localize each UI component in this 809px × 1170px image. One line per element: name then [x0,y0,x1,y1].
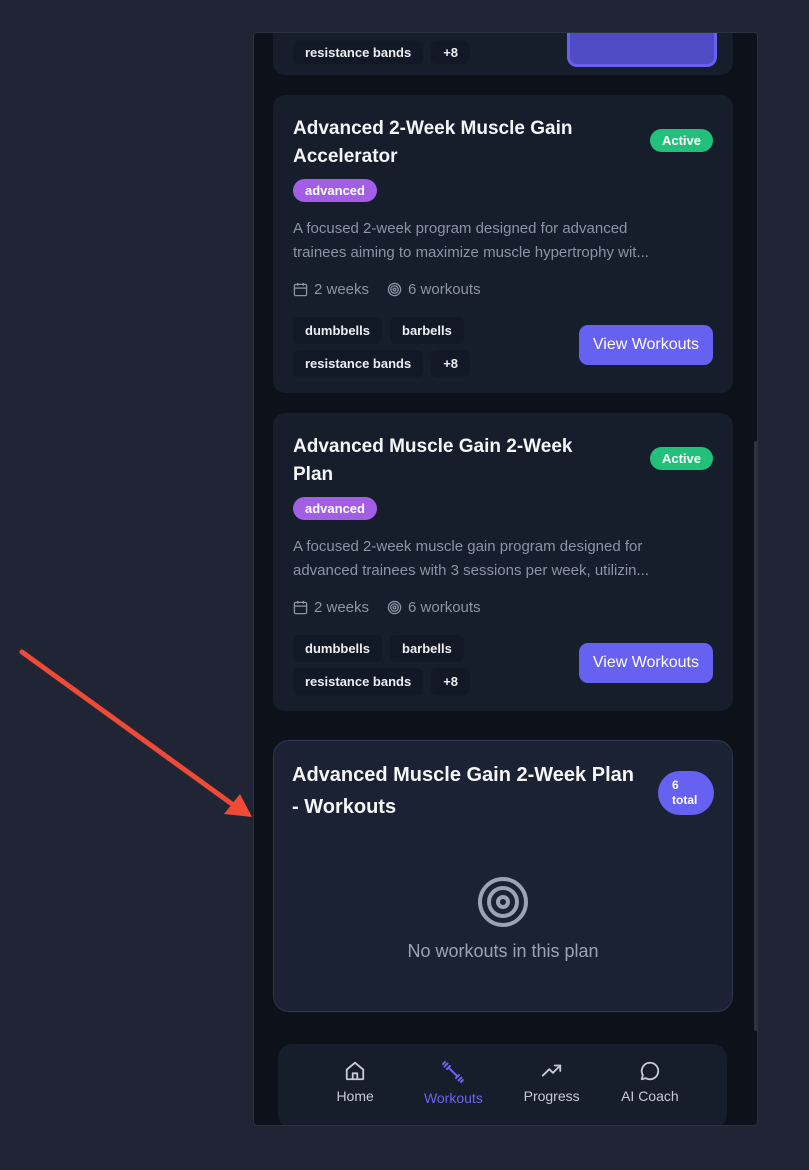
annotation-arrow [19,649,252,817]
